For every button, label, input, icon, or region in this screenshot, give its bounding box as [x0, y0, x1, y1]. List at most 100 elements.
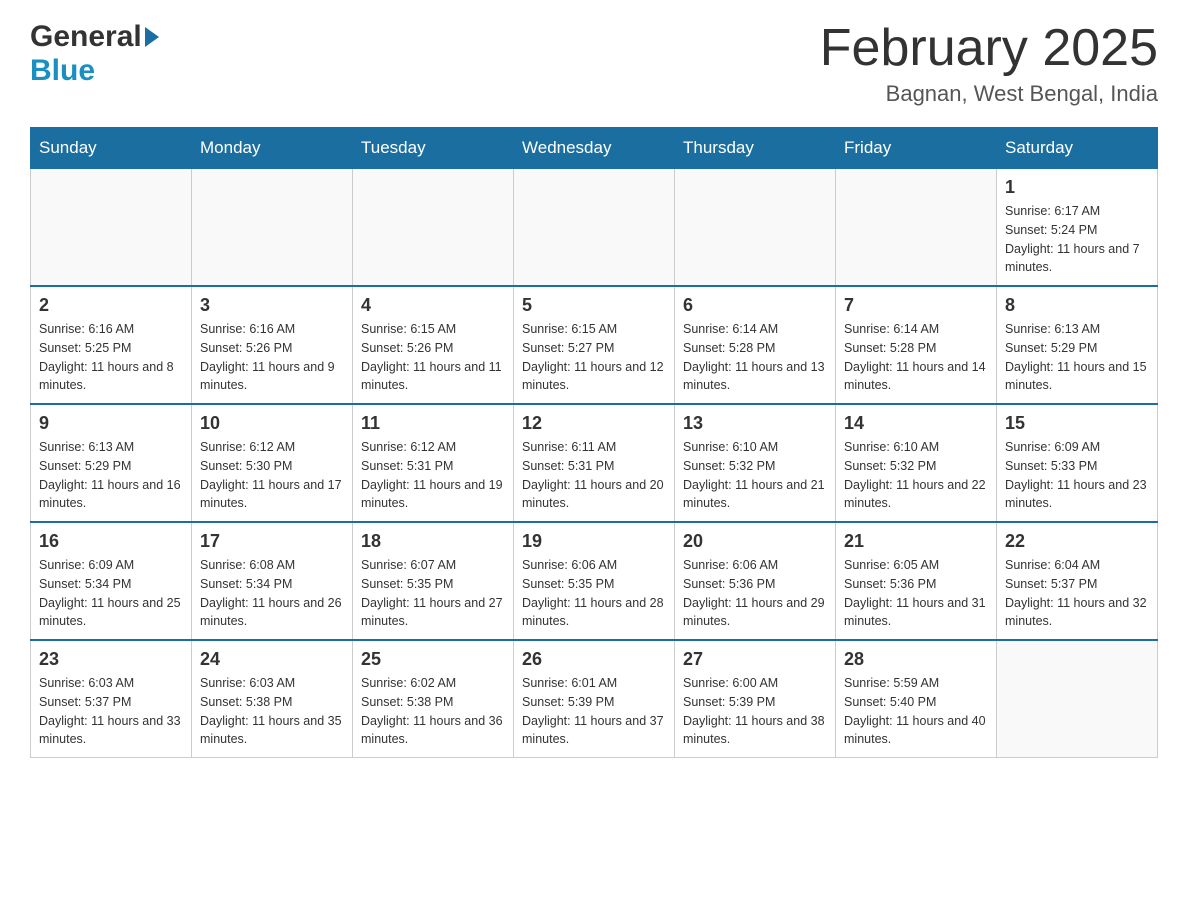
day-number: 26 — [522, 649, 666, 670]
calendar-cell: 4 Sunrise: 6:15 AM Sunset: 5:26 PM Daylig… — [353, 286, 514, 404]
weekday-header-row: SundayMondayTuesdayWednesdayThursdayFrid… — [31, 128, 1158, 169]
day-number: 23 — [39, 649, 183, 670]
day-number: 20 — [683, 531, 827, 552]
weekday-header-monday: Monday — [192, 128, 353, 169]
page-header: General Blue February 2025 Bagnan, West … — [30, 20, 1158, 107]
day-info: Sunrise: 6:08 AM Sunset: 5:34 PM Dayligh… — [200, 556, 344, 631]
day-number: 8 — [1005, 295, 1149, 316]
day-number: 17 — [200, 531, 344, 552]
calendar-cell: 26 Sunrise: 6:01 AM Sunset: 5:39 PM Dayli… — [514, 640, 675, 758]
day-info: Sunrise: 6:12 AM Sunset: 5:31 PM Dayligh… — [361, 438, 505, 513]
day-info: Sunrise: 6:15 AM Sunset: 5:27 PM Dayligh… — [522, 320, 666, 395]
title-section: February 2025 Bagnan, West Bengal, India — [820, 20, 1158, 107]
day-number: 12 — [522, 413, 666, 434]
day-number: 2 — [39, 295, 183, 316]
day-info: Sunrise: 6:09 AM Sunset: 5:33 PM Dayligh… — [1005, 438, 1149, 513]
calendar-week-5: 23Sunrise: 6:03 AM Sunset: 5:37 PM Dayli… — [31, 640, 1158, 758]
calendar-cell: 3 Sunrise: 6:16 AM Sunset: 5:26 PM Daylig… — [192, 286, 353, 404]
calendar-cell: 17 Sunrise: 6:08 AM Sunset: 5:34 PM Dayli… — [192, 522, 353, 640]
calendar-week-2: 2 Sunrise: 6:16 AM Sunset: 5:25 PM Daylig… — [31, 286, 1158, 404]
day-number: 16 — [39, 531, 183, 552]
day-info: Sunrise: 6:13 AM Sunset: 5:29 PM Dayligh… — [39, 438, 183, 513]
day-info: Sunrise: 6:15 AM Sunset: 5:26 PM Dayligh… — [361, 320, 505, 395]
calendar-cell: 13Sunrise: 6:10 AM Sunset: 5:32 PM Dayli… — [675, 404, 836, 522]
day-info: Sunrise: 6:09 AM Sunset: 5:34 PM Dayligh… — [39, 556, 183, 631]
day-info: Sunrise: 6:10 AM Sunset: 5:32 PM Dayligh… — [844, 438, 988, 513]
day-number: 28 — [844, 649, 988, 670]
calendar-cell: 16 Sunrise: 6:09 AM Sunset: 5:34 PM Dayli… — [31, 522, 192, 640]
day-info: Sunrise: 6:12 AM Sunset: 5:30 PM Dayligh… — [200, 438, 344, 513]
calendar-cell: 10 Sunrise: 6:12 AM Sunset: 5:30 PM Dayli… — [192, 404, 353, 522]
calendar-cell — [997, 640, 1158, 758]
day-number: 4 — [361, 295, 505, 316]
logo: General Blue — [30, 20, 159, 88]
calendar-week-1: 1Sunrise: 6:17 AM Sunset: 5:24 PM Daylig… — [31, 169, 1158, 287]
calendar-cell: 24Sunrise: 6:03 AM Sunset: 5:38 PM Dayli… — [192, 640, 353, 758]
day-number: 5 — [522, 295, 666, 316]
calendar-cell: 25 Sunrise: 6:02 AM Sunset: 5:38 PM Dayli… — [353, 640, 514, 758]
day-info: Sunrise: 6:14 AM Sunset: 5:28 PM Dayligh… — [844, 320, 988, 395]
calendar-week-4: 16 Sunrise: 6:09 AM Sunset: 5:34 PM Dayli… — [31, 522, 1158, 640]
day-info: Sunrise: 6:16 AM Sunset: 5:26 PM Dayligh… — [200, 320, 344, 395]
calendar-cell: 27Sunrise: 6:00 AM Sunset: 5:39 PM Dayli… — [675, 640, 836, 758]
calendar-cell: 22 Sunrise: 6:04 AM Sunset: 5:37 PM Dayli… — [997, 522, 1158, 640]
day-number: 9 — [39, 413, 183, 434]
calendar-cell — [514, 169, 675, 287]
logo-blue-text: Blue — [30, 54, 95, 87]
day-info: Sunrise: 6:17 AM Sunset: 5:24 PM Dayligh… — [1005, 202, 1149, 277]
day-info: Sunrise: 6:05 AM Sunset: 5:36 PM Dayligh… — [844, 556, 988, 631]
day-info: Sunrise: 6:16 AM Sunset: 5:25 PM Dayligh… — [39, 320, 183, 395]
calendar-cell: 15Sunrise: 6:09 AM Sunset: 5:33 PM Dayli… — [997, 404, 1158, 522]
calendar-cell: 6 Sunrise: 6:14 AM Sunset: 5:28 PM Daylig… — [675, 286, 836, 404]
day-info: Sunrise: 6:10 AM Sunset: 5:32 PM Dayligh… — [683, 438, 827, 513]
calendar-cell — [675, 169, 836, 287]
day-number: 11 — [361, 413, 505, 434]
day-number: 7 — [844, 295, 988, 316]
calendar-cell: 5 Sunrise: 6:15 AM Sunset: 5:27 PM Daylig… — [514, 286, 675, 404]
day-info: Sunrise: 6:06 AM Sunset: 5:36 PM Dayligh… — [683, 556, 827, 631]
calendar-cell — [836, 169, 997, 287]
logo-general-text: General — [30, 20, 142, 54]
day-info: Sunrise: 6:13 AM Sunset: 5:29 PM Dayligh… — [1005, 320, 1149, 395]
day-number: 24 — [200, 649, 344, 670]
calendar-cell: 20 Sunrise: 6:06 AM Sunset: 5:36 PM Dayli… — [675, 522, 836, 640]
calendar-cell: 14 Sunrise: 6:10 AM Sunset: 5:32 PM Dayli… — [836, 404, 997, 522]
calendar-week-3: 9 Sunrise: 6:13 AM Sunset: 5:29 PM Daylig… — [31, 404, 1158, 522]
weekday-header-friday: Friday — [836, 128, 997, 169]
day-number: 25 — [361, 649, 505, 670]
calendar-cell: 8 Sunrise: 6:13 AM Sunset: 5:29 PM Daylig… — [997, 286, 1158, 404]
location-title: Bagnan, West Bengal, India — [820, 81, 1158, 107]
day-info: Sunrise: 6:14 AM Sunset: 5:28 PM Dayligh… — [683, 320, 827, 395]
day-info: Sunrise: 6:11 AM Sunset: 5:31 PM Dayligh… — [522, 438, 666, 513]
day-number: 21 — [844, 531, 988, 552]
day-number: 14 — [844, 413, 988, 434]
calendar-cell: 7 Sunrise: 6:14 AM Sunset: 5:28 PM Daylig… — [836, 286, 997, 404]
calendar-cell — [31, 169, 192, 287]
day-info: Sunrise: 6:02 AM Sunset: 5:38 PM Dayligh… — [361, 674, 505, 749]
calendar-cell: 2 Sunrise: 6:16 AM Sunset: 5:25 PM Daylig… — [31, 286, 192, 404]
day-info: Sunrise: 6:00 AM Sunset: 5:39 PM Dayligh… — [683, 674, 827, 749]
day-info: Sunrise: 6:04 AM Sunset: 5:37 PM Dayligh… — [1005, 556, 1149, 631]
day-number: 18 — [361, 531, 505, 552]
calendar-cell — [353, 169, 514, 287]
calendar-cell: 9 Sunrise: 6:13 AM Sunset: 5:29 PM Daylig… — [31, 404, 192, 522]
day-number: 22 — [1005, 531, 1149, 552]
day-info: Sunrise: 5:59 AM Sunset: 5:40 PM Dayligh… — [844, 674, 988, 749]
day-number: 3 — [200, 295, 344, 316]
day-number: 6 — [683, 295, 827, 316]
calendar-cell: 28 Sunrise: 5:59 AM Sunset: 5:40 PM Dayli… — [836, 640, 997, 758]
day-info: Sunrise: 6:01 AM Sunset: 5:39 PM Dayligh… — [522, 674, 666, 749]
day-info: Sunrise: 6:07 AM Sunset: 5:35 PM Dayligh… — [361, 556, 505, 631]
calendar-cell: 21 Sunrise: 6:05 AM Sunset: 5:36 PM Dayli… — [836, 522, 997, 640]
calendar-cell: 19 Sunrise: 6:06 AM Sunset: 5:35 PM Dayli… — [514, 522, 675, 640]
logo-arrow-icon — [145, 27, 159, 47]
weekday-header-thursday: Thursday — [675, 128, 836, 169]
month-title: February 2025 — [820, 20, 1158, 77]
day-info: Sunrise: 6:06 AM Sunset: 5:35 PM Dayligh… — [522, 556, 666, 631]
day-number: 10 — [200, 413, 344, 434]
calendar-cell: 1Sunrise: 6:17 AM Sunset: 5:24 PM Daylig… — [997, 169, 1158, 287]
calendar-cell: 12 Sunrise: 6:11 AM Sunset: 5:31 PM Dayli… — [514, 404, 675, 522]
weekday-header-sunday: Sunday — [31, 128, 192, 169]
calendar-cell: 18 Sunrise: 6:07 AM Sunset: 5:35 PM Dayli… — [353, 522, 514, 640]
day-number: 19 — [522, 531, 666, 552]
